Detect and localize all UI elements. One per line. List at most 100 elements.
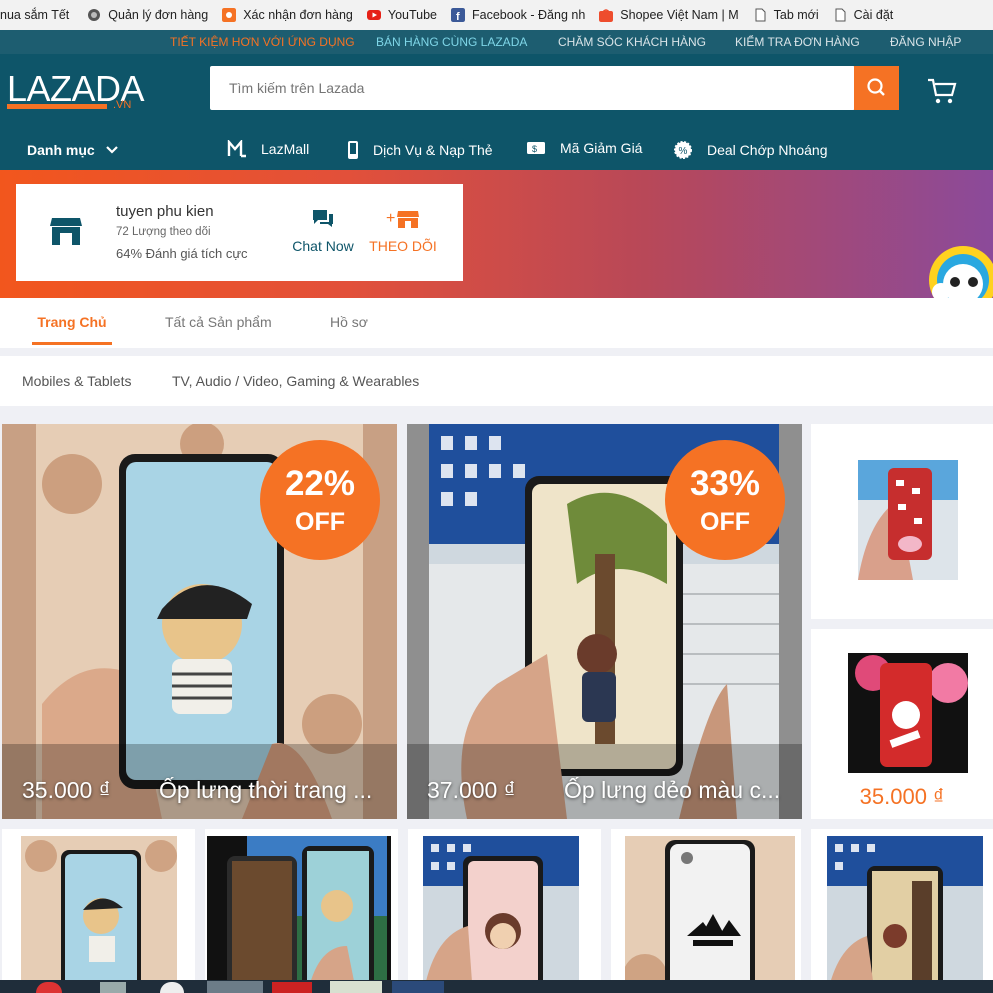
taskbar-app-icon[interactable] xyxy=(100,982,126,993)
product-image xyxy=(858,460,958,580)
follow-button[interactable]: + THEO DÕI xyxy=(368,208,438,254)
cart-icon xyxy=(928,78,957,104)
category-label: Danh mục xyxy=(27,142,95,158)
nav-vouchers[interactable]: $ Mã Giảm Giá xyxy=(526,140,642,156)
product-card[interactable] xyxy=(811,829,993,989)
search-bar[interactable] xyxy=(210,66,855,110)
bookmark-item[interactable]: Xác nhận đơn hàng xyxy=(222,8,353,22)
search-button[interactable] xyxy=(854,66,899,110)
chat-icon xyxy=(313,210,333,227)
product-price: 35.000 ₫ xyxy=(22,777,111,803)
category-tv-audio[interactable]: TV, Audio / Video, Gaming & Wearables xyxy=(172,373,419,389)
top-links-bar: TIẾT KIỆM HƠN VỚI ỨNG DỤNG BÁN HÀNG CÙNG… xyxy=(0,30,993,54)
featured-product-card[interactable]: 33% OFF 37.000 ₫ Ốp lưng dẻo màu c... xyxy=(407,424,802,819)
bookmark-label: Tab mới xyxy=(773,8,819,22)
nav-label: Deal Chớp Nhoáng xyxy=(707,142,828,158)
bookmark-label: nua sắm Tết xyxy=(0,8,70,22)
bookmark-item[interactable]: nua sắm Tết xyxy=(0,8,69,22)
search-icon xyxy=(867,78,885,96)
taskbar-app-icon[interactable] xyxy=(36,982,62,993)
taskbar-app-icon[interactable] xyxy=(272,982,312,993)
discount-badge: 22% OFF xyxy=(260,440,380,560)
bookmark-label: Cài đặt xyxy=(853,8,894,22)
sell-link[interactable]: BÁN HÀNG CÙNG LAZADA xyxy=(376,35,527,49)
customer-care-link[interactable]: CHĂM SÓC KHÁCH HÀNG xyxy=(558,35,706,49)
phone-icon xyxy=(348,141,358,159)
nav-label: Dịch Vụ & Nạp Thẻ xyxy=(373,142,493,158)
product-image xyxy=(827,836,983,989)
product-name: Ốp lưng dẻo màu c... xyxy=(564,777,781,803)
product-card[interactable] xyxy=(205,829,398,989)
category-bar: Mobiles & Tablets TV, Audio / Video, Gam… xyxy=(0,356,993,406)
bookmark-item[interactable]: Shopee Việt Nam | M xyxy=(599,8,739,22)
discount-badge: 33% OFF xyxy=(665,440,785,560)
chat-now-button[interactable]: Chat Now xyxy=(286,208,360,254)
track-order-link[interactable]: KIỂM TRA ĐƠN HÀNG xyxy=(735,35,860,49)
store-icon xyxy=(50,218,82,245)
bookmark-item[interactable]: Quản lý đơn hàng xyxy=(87,8,208,22)
tab-profile[interactable]: Hồ sơ xyxy=(330,314,368,330)
product-image xyxy=(848,653,968,773)
search-input[interactable] xyxy=(210,66,855,110)
product-image xyxy=(21,836,177,989)
tab-home[interactable]: Trang Chủ xyxy=(32,314,112,330)
app-icon xyxy=(222,8,237,22)
svg-text:+: + xyxy=(386,210,395,227)
product-card[interactable] xyxy=(811,424,993,619)
active-tab-indicator xyxy=(32,342,112,345)
os-taskbar xyxy=(0,980,993,993)
product-card[interactable] xyxy=(408,829,601,989)
svg-text:%: % xyxy=(679,146,688,157)
svg-text:f: f xyxy=(456,11,460,22)
featured-product-card[interactable]: 22% OFF 35.000 ₫ Ốp lưng thời trang ... xyxy=(2,424,397,819)
tab-all-products[interactable]: Tất cả Sản phẩm xyxy=(165,314,272,330)
youtube-icon xyxy=(366,10,381,20)
product-card[interactable] xyxy=(2,829,195,989)
bookmark-item[interactable]: Tab mới xyxy=(753,8,819,22)
shop-followers: 72 Lượng theo dõi xyxy=(116,226,211,238)
app-link[interactable]: TIẾT KIỆM HƠN VỚI ỨNG DỤNG xyxy=(170,35,355,49)
bookmark-label: YouTube xyxy=(387,8,438,22)
nav-label: LazMall xyxy=(261,141,310,157)
lazada-logo[interactable]: LAZADA .VN xyxy=(7,68,145,116)
product-price: 35.000 ₫ xyxy=(859,784,945,809)
cart-button[interactable] xyxy=(926,76,958,106)
follow-label: THEO DÕI xyxy=(369,238,437,254)
taskbar-app-icon[interactable] xyxy=(330,981,382,993)
facebook-icon: f xyxy=(451,8,466,22)
bookmark-item[interactable]: YouTube xyxy=(366,8,438,22)
sub-nav: Danh mục LazMall Dịch Vụ & Nạp Thẻ $ Mã … xyxy=(0,128,993,170)
lazmall-icon xyxy=(227,140,246,158)
discount-off-label: OFF xyxy=(295,508,345,536)
bookmark-item[interactable]: Cài đặt xyxy=(833,8,894,22)
product-name: Ốp lưng thời trang ... xyxy=(159,777,373,803)
bookmark-item[interactable]: f Facebook - Đăng nh xyxy=(451,8,585,22)
taskbar-app-icon[interactable] xyxy=(207,981,263,993)
category-mobiles-tablets[interactable]: Mobiles & Tablets xyxy=(22,373,131,389)
shop-rating: 64% Đánh giá tích cực xyxy=(116,246,248,261)
chat-now-label: Chat Now xyxy=(292,238,354,254)
bookmark-label: Quản lý đơn hàng xyxy=(108,8,209,22)
globe-icon xyxy=(88,9,101,21)
product-card[interactable]: 35.000 ₫ xyxy=(811,629,993,819)
taskbar-app-icon[interactable] xyxy=(392,981,444,993)
taskbar-app-icon[interactable] xyxy=(160,982,184,993)
bookmarks-bar: nua sắm Tết Quản lý đơn hàng Xác nhận đơ… xyxy=(0,0,993,30)
category-menu[interactable]: Danh mục xyxy=(27,142,119,158)
follow-store-icon: + xyxy=(386,210,419,228)
login-link[interactable]: ĐĂNG NHẬP xyxy=(890,35,961,49)
bookmark-label: Shopee Việt Nam | M xyxy=(620,8,739,22)
shop-info-card: tuyen phu kien 72 Lượng theo dõi 64% Đán… xyxy=(16,184,463,281)
discount-percent: 33% xyxy=(689,464,761,503)
product-card[interactable] xyxy=(611,829,801,989)
mascot-image xyxy=(929,246,993,298)
nav-label: Mã Giảm Giá xyxy=(560,140,643,156)
flash-deal-icon: % xyxy=(674,141,692,159)
nav-lazmall[interactable]: LazMall xyxy=(227,140,309,158)
svg-text:$: $ xyxy=(532,144,537,154)
page-icon xyxy=(755,8,766,22)
nav-flash-deals[interactable]: % Deal Chớp Nhoáng xyxy=(673,140,827,160)
bookmark-label: Xác nhận đơn hàng xyxy=(243,8,353,22)
chevron-down-icon xyxy=(105,146,118,154)
nav-services[interactable]: Dịch Vụ & Nạp Thẻ xyxy=(347,140,493,160)
